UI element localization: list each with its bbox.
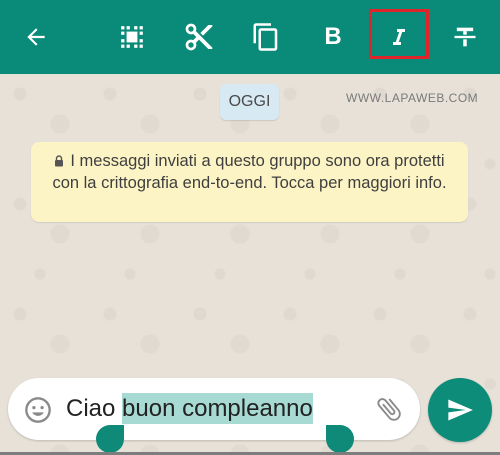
text-selection-toolbar: B	[0, 0, 500, 74]
copy-icon	[253, 23, 278, 51]
date-chip: OGGI	[220, 84, 279, 120]
scissors-icon	[185, 23, 213, 51]
arrow-back-icon	[27, 28, 45, 46]
select-all-button[interactable]	[104, 0, 160, 74]
paperclip-icon[interactable]	[374, 394, 404, 424]
selection-handle-start[interactable]	[96, 425, 124, 453]
bold-button[interactable]: B	[305, 0, 361, 74]
bold-icon: B	[324, 23, 342, 50]
message-input[interactable]: Ciao buon compleanno	[66, 392, 313, 426]
message-composer[interactable]: Ciao buon compleanno	[8, 378, 420, 440]
emoji-icon[interactable]	[24, 396, 52, 424]
strikethrough-icon	[454, 27, 476, 47]
copy-button[interactable]	[238, 0, 294, 74]
send-button[interactable]	[428, 378, 492, 442]
lock-icon	[55, 155, 64, 167]
strikethrough-button[interactable]	[437, 0, 493, 74]
send-icon	[448, 399, 473, 421]
back-button[interactable]	[8, 0, 64, 74]
message-text-plain: Ciao	[66, 395, 123, 422]
encryption-notice-text: I messaggi inviati a questo gruppo sono …	[52, 152, 447, 192]
encryption-notice[interactable]: I messaggi inviati a questo gruppo sono …	[31, 142, 468, 222]
watermark-text: WWW.LAPAWEB.COM	[346, 91, 479, 105]
selected-text[interactable]: buon compleanno	[122, 393, 313, 424]
cut-button[interactable]	[171, 0, 227, 74]
italic-highlight-frame	[369, 9, 429, 59]
selection-handle-end[interactable]	[326, 425, 354, 453]
select-all-icon	[121, 26, 143, 48]
